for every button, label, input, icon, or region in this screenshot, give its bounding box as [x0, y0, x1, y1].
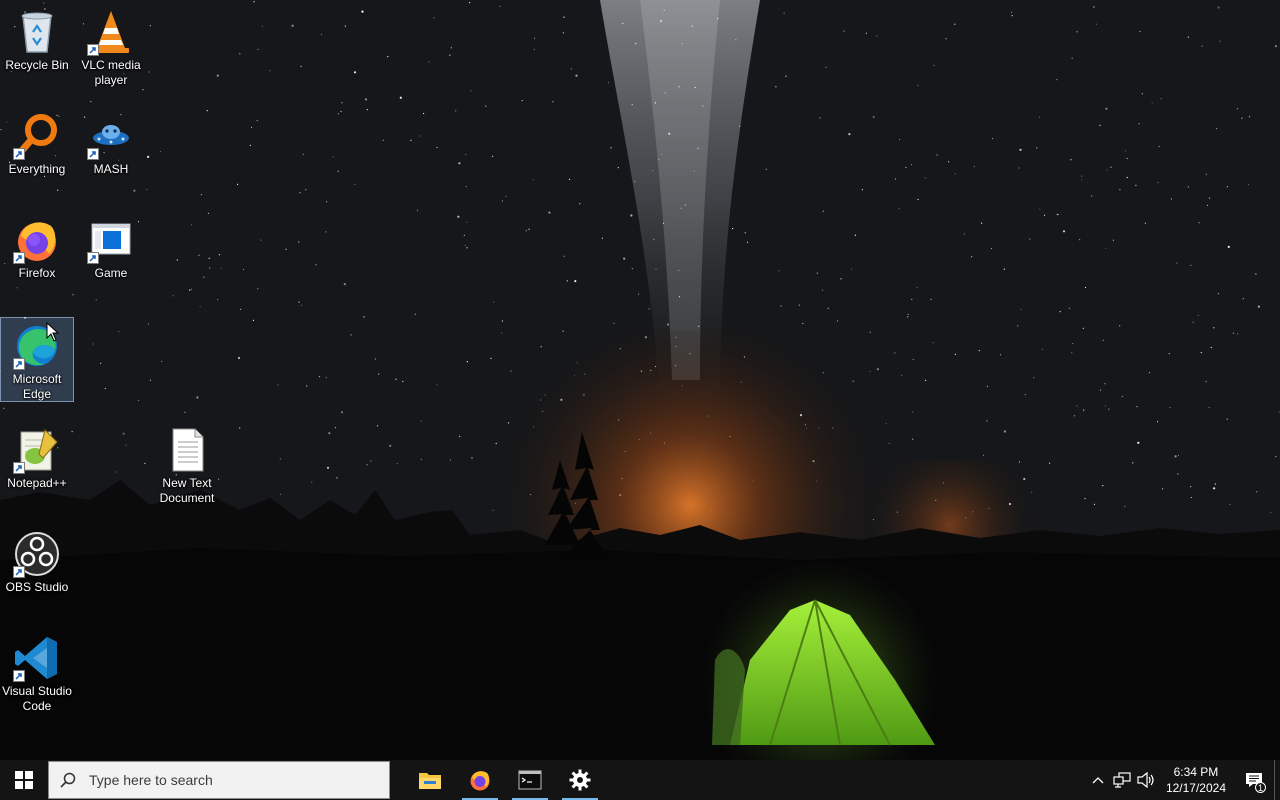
desktop-icon-label: Game	[94, 266, 128, 280]
tray-overflow-chevron-up-icon[interactable]	[1086, 760, 1110, 800]
desktop-icon-label: New Text Document	[159, 476, 215, 505]
network-icon[interactable]	[1110, 760, 1134, 800]
clock-date: 12/17/2024	[1165, 781, 1226, 795]
taskbar-app-terminal[interactable]	[506, 760, 554, 800]
desktop-icon-microsoft-edge[interactable]: Microsoft Edge	[0, 317, 74, 402]
desktop-icon-everything[interactable]: Everything	[0, 108, 74, 188]
desktop-icon-obs-studio[interactable]: OBS Studio	[0, 526, 74, 606]
shortcut-arrow-icon	[13, 462, 25, 474]
clock-time: 6:34 PM	[1173, 765, 1219, 779]
shortcut-arrow-icon	[87, 252, 99, 264]
desktop-icon-label: Firefox	[18, 266, 56, 280]
shortcut-arrow-icon	[13, 566, 25, 578]
recycle-bin-icon	[21, 12, 53, 53]
taskbar-search-box[interactable]	[48, 761, 390, 799]
desktop-icon-mash[interactable]: MASH	[74, 108, 148, 188]
terminal-icon	[518, 770, 542, 790]
desktop-icon-recycle-bin[interactable]: Recycle Bin	[0, 4, 74, 84]
taskbar: 6:34 PM 12/17/2024 1	[0, 760, 1280, 800]
desktop-wallpaper	[0, 0, 1280, 760]
desktop-icon-label: Notepad++	[7, 476, 67, 490]
mouse-cursor-icon	[46, 322, 60, 342]
desktop-icon-label: Visual Studio Code	[2, 684, 72, 713]
shortcut-arrow-icon	[13, 358, 25, 370]
search-icon	[49, 772, 87, 788]
volume-icon[interactable]	[1134, 760, 1158, 800]
windows-logo-icon	[15, 771, 33, 789]
desktop-icon-visual-studio-code[interactable]: Visual Studio Code	[0, 630, 74, 714]
desktop-icon-vlc[interactable]: VLC media player	[74, 4, 148, 88]
desktop-icon-firefox[interactable]: Firefox	[0, 212, 74, 292]
shortcut-arrow-icon	[87, 44, 99, 56]
desktop-icon-notepadpp[interactable]: Notepad++	[0, 422, 74, 502]
shortcut-arrow-icon	[13, 148, 25, 160]
desktop-icon-label: Everything	[8, 162, 66, 176]
taskbar-clock[interactable]: 6:34 PM 12/17/2024	[1158, 764, 1234, 796]
shortcut-arrow-icon	[87, 148, 99, 160]
desktop-icon-label: VLC media player	[81, 58, 141, 87]
text-document-icon	[172, 428, 204, 472]
search-input[interactable]	[87, 771, 371, 789]
desktop-icon-label: Microsoft Edge	[12, 372, 62, 401]
taskbar-app-file-explorer[interactable]	[406, 760, 454, 800]
gear-icon	[569, 769, 591, 791]
desktop-icon-label: Recycle Bin	[5, 58, 69, 72]
notification-count-badge: 1	[1255, 782, 1266, 793]
firefox-icon	[470, 771, 490, 791]
system-tray: 6:34 PM 12/17/2024 1	[1086, 760, 1280, 800]
start-button[interactable]	[0, 760, 48, 800]
file-explorer-icon	[419, 773, 441, 789]
shortcut-arrow-icon	[13, 670, 25, 682]
shortcut-arrow-icon	[13, 252, 25, 264]
show-desktop-button[interactable]	[1274, 760, 1280, 800]
action-center-button[interactable]: 1	[1234, 760, 1274, 800]
taskbar-app-settings[interactable]	[556, 760, 604, 800]
taskbar-app-firefox[interactable]	[456, 760, 504, 800]
desktop-icon-label: OBS Studio	[5, 580, 69, 594]
desktop-icon-game[interactable]: Game	[74, 212, 148, 292]
desktop-icon-new-text-document[interactable]: New Text Document	[150, 422, 224, 506]
desktop-icon-label: MASH	[93, 162, 129, 176]
